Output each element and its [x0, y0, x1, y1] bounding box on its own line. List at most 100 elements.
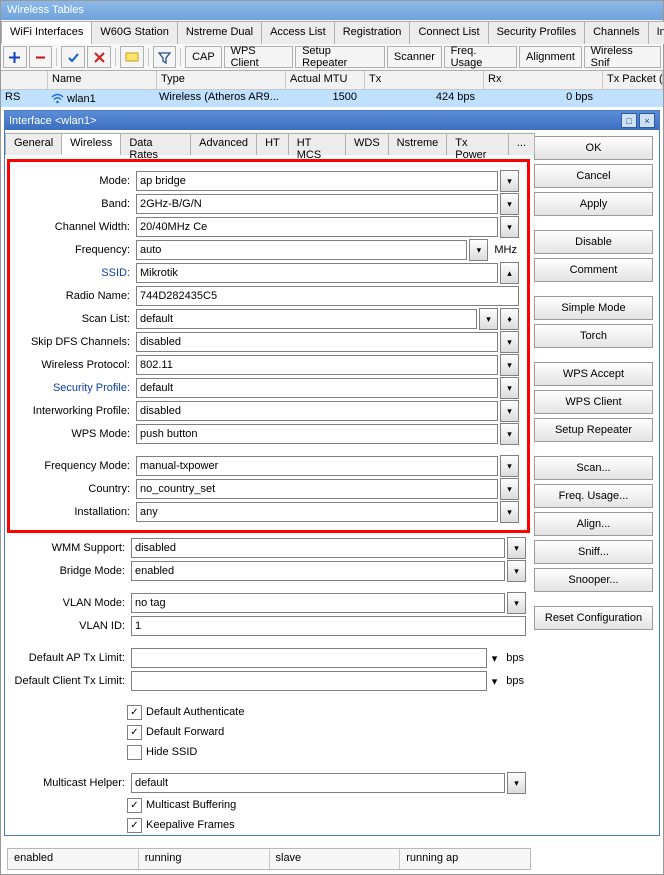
subtab-data-rates[interactable]: Data Rates: [120, 133, 191, 155]
wps-client-button[interactable]: WPS Client: [534, 390, 653, 414]
wps-mode-input[interactable]: [136, 424, 498, 444]
reset-configuration-button[interactable]: Reset Configuration: [534, 606, 653, 630]
scan-list-spinner-icon[interactable]: ♦: [500, 308, 519, 330]
country-input[interactable]: [136, 479, 498, 499]
wps-mode-dropdown-icon[interactable]: ▾: [500, 423, 519, 445]
scan-button[interactable]: Scan...: [534, 456, 653, 480]
maximize-icon[interactable]: □: [621, 113, 637, 128]
wireless-protocol-dropdown-icon[interactable]: ▾: [500, 354, 519, 376]
filter-button[interactable]: [153, 46, 177, 68]
remove-button[interactable]: [29, 46, 53, 68]
close-icon[interactable]: ×: [639, 113, 655, 128]
hide-ssid-checkbox[interactable]: [127, 745, 142, 760]
default-authenticate-checkbox[interactable]: ✓: [127, 705, 142, 720]
tab-access-list[interactable]: Access List: [261, 21, 335, 44]
def-ap-tx-expand-icon[interactable]: ▾: [489, 652, 501, 665]
setup-repeater-button[interactable]: Setup Repeater: [534, 418, 653, 442]
multicast-buffering-checkbox[interactable]: ✓: [127, 798, 142, 813]
tab-nstreme-dual[interactable]: Nstreme Dual: [177, 21, 262, 44]
vlan-id-input[interactable]: [131, 616, 526, 636]
frequency-mode-dropdown-icon[interactable]: ▾: [500, 455, 519, 477]
freq-usage-button[interactable]: Freq. Usage: [444, 46, 518, 68]
multicast-helper-input[interactable]: [131, 773, 505, 793]
apply-button[interactable]: Apply: [534, 192, 653, 216]
ssid-input[interactable]: [136, 263, 498, 283]
wireless-sniffer-button[interactable]: Wireless Snif: [584, 46, 661, 68]
interworking-profile-dropdown-icon[interactable]: ▾: [500, 400, 519, 422]
scan-list-input[interactable]: [136, 309, 477, 329]
alignment-button[interactable]: Alignment: [519, 46, 581, 68]
disable-button[interactable]: Disable: [534, 230, 653, 254]
subtab-ht[interactable]: HT: [256, 133, 289, 155]
col-type[interactable]: Type: [157, 71, 286, 89]
tab-security-profiles[interactable]: Security Profiles: [488, 21, 585, 44]
interworking-profile-input[interactable]: [136, 401, 498, 421]
enable-button[interactable]: [61, 46, 85, 68]
country-dropdown-icon[interactable]: ▾: [500, 478, 519, 500]
keepalive-frames-checkbox[interactable]: ✓: [127, 818, 142, 833]
band-dropdown-icon[interactable]: ▾: [500, 193, 519, 215]
default-forward-checkbox[interactable]: ✓: [127, 725, 142, 740]
col-tx[interactable]: Tx: [365, 71, 484, 89]
cancel-button[interactable]: Cancel: [534, 164, 653, 188]
col-flag[interactable]: [1, 71, 48, 89]
subtab-ht-mcs[interactable]: HT MCS: [288, 133, 346, 155]
torch-button[interactable]: Torch: [534, 324, 653, 348]
mode-input[interactable]: [136, 171, 498, 191]
align-button[interactable]: Align...: [534, 512, 653, 536]
scanner-button[interactable]: Scanner: [387, 46, 441, 68]
wps-accept-button[interactable]: WPS Accept: [534, 362, 653, 386]
tab-registration[interactable]: Registration: [334, 21, 411, 44]
subtab-general[interactable]: General: [5, 133, 62, 155]
scan-list-dropdown-icon[interactable]: ▾: [479, 308, 498, 330]
installation-input[interactable]: [136, 502, 498, 522]
vlan-mode-dropdown-icon[interactable]: ▾: [507, 592, 526, 614]
col-rx[interactable]: Rx: [484, 71, 603, 89]
wps-client-button[interactable]: WPS Client: [224, 46, 294, 68]
tab-wifi-interfaces[interactable]: WiFi Interfaces: [1, 21, 92, 44]
wmm-support-dropdown-icon[interactable]: ▾: [507, 537, 526, 559]
frequency-dropdown-icon[interactable]: ▾: [469, 239, 488, 261]
col-name[interactable]: Name: [48, 71, 157, 89]
def-ap-tx-input[interactable]: [131, 648, 487, 668]
subtab-wireless[interactable]: Wireless: [61, 133, 121, 155]
ssid-collapse-icon[interactable]: ▴: [500, 262, 519, 284]
wmm-support-input[interactable]: [131, 538, 505, 558]
cap-button[interactable]: CAP: [185, 46, 221, 68]
channel-width-input[interactable]: [136, 217, 498, 237]
tab-interworking[interactable]: Interworkin: [648, 21, 664, 44]
ok-button[interactable]: OK: [534, 136, 653, 160]
def-client-tx-expand-icon[interactable]: ▾: [489, 675, 501, 688]
col-txpkt[interactable]: Tx Packet (p/s): [603, 71, 663, 89]
frequency-input[interactable]: [136, 240, 467, 260]
comment-button[interactable]: [120, 46, 144, 68]
multicast-helper-dropdown-icon[interactable]: ▾: [507, 772, 526, 794]
snooper-button[interactable]: Snooper...: [534, 568, 653, 592]
simple-mode-button[interactable]: Simple Mode: [534, 296, 653, 320]
sniff-button[interactable]: Sniff...: [534, 540, 653, 564]
channel-width-dropdown-icon[interactable]: ▾: [500, 216, 519, 238]
radio-name-input[interactable]: [136, 286, 519, 306]
security-profile-dropdown-icon[interactable]: ▾: [500, 377, 519, 399]
table-row[interactable]: RS wlan1 Wireless (Atheros AR9... 1500 4…: [1, 90, 663, 107]
security-profile-input[interactable]: [136, 378, 498, 398]
installation-dropdown-icon[interactable]: ▾: [500, 501, 519, 523]
band-input[interactable]: [136, 194, 498, 214]
tab-connect-list[interactable]: Connect List: [409, 21, 488, 44]
wireless-protocol-input[interactable]: [136, 355, 498, 375]
frequency-mode-input[interactable]: [136, 456, 498, 476]
subtab-nstreme[interactable]: Nstreme: [388, 133, 448, 155]
tab-w60g-station[interactable]: W60G Station: [91, 21, 177, 44]
mode-dropdown-icon[interactable]: ▾: [500, 170, 519, 192]
subtab-advanced[interactable]: Advanced: [190, 133, 257, 155]
col-mtu[interactable]: Actual MTU: [286, 71, 365, 89]
bridge-mode-dropdown-icon[interactable]: ▾: [507, 560, 526, 582]
def-client-tx-input[interactable]: [131, 671, 487, 691]
subtab-more[interactable]: ...: [508, 133, 535, 155]
subtab-wds[interactable]: WDS: [345, 133, 389, 155]
tab-channels[interactable]: Channels: [584, 21, 648, 44]
comment-button[interactable]: Comment: [534, 258, 653, 282]
freq-usage-button[interactable]: Freq. Usage...: [534, 484, 653, 508]
skip-dfs-dropdown-icon[interactable]: ▾: [500, 331, 519, 353]
vlan-mode-input[interactable]: [131, 593, 505, 613]
